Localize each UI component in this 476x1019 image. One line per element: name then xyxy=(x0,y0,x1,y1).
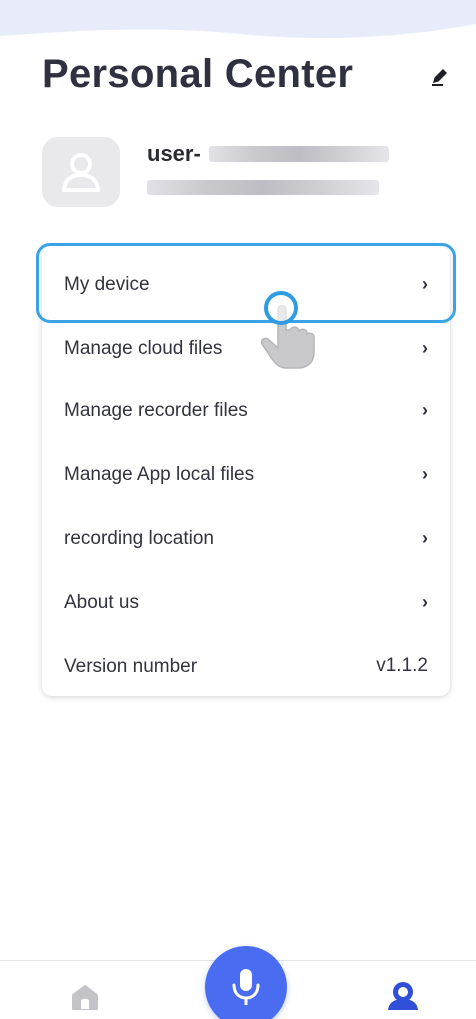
menu-item-manage-recorder-files[interactable]: Manage recorder files › xyxy=(42,380,450,440)
version-label: Version number xyxy=(64,655,198,677)
menu-item-label: Manage cloud files xyxy=(64,337,223,359)
username-redacted xyxy=(208,146,389,162)
menu-item-label: Manage recorder files xyxy=(64,399,248,421)
home-icon[interactable] xyxy=(70,982,100,1012)
username-prefix: user- xyxy=(147,141,201,166)
chevron-right-icon: › xyxy=(422,591,428,612)
chevron-right-icon: › xyxy=(422,527,428,548)
pencil-icon xyxy=(432,69,447,86)
chevron-right-icon: › xyxy=(422,337,428,358)
menu-item-label: recording location xyxy=(64,527,214,549)
menu-item-label: Manage App local files xyxy=(64,463,255,485)
default-avatar-icon xyxy=(62,153,100,192)
menu-item-recording-location[interactable]: recording location › xyxy=(42,508,450,568)
account-info-redacted xyxy=(147,180,379,195)
menu-item-manage-cloud-files[interactable]: Manage cloud files › xyxy=(42,318,450,378)
record-button[interactable] xyxy=(205,946,287,1019)
menu-item-label: About us xyxy=(64,591,139,613)
menu-item-about-us[interactable]: About us › xyxy=(42,572,450,632)
microphone-icon xyxy=(232,969,260,1005)
menu-item-version: Version number v1.1.2 xyxy=(42,636,450,696)
menu-item-manage-app-local-files[interactable]: Manage App local files › xyxy=(42,444,450,504)
person-icon[interactable] xyxy=(386,978,420,1012)
edit-profile-button[interactable] xyxy=(426,62,454,90)
chevron-right-icon: › xyxy=(422,399,428,420)
chevron-right-icon: › xyxy=(422,463,428,484)
avatar[interactable] xyxy=(42,137,120,207)
tap-highlight-outline xyxy=(36,243,456,323)
header-wave-decoration xyxy=(0,0,476,39)
page-title: Personal Center xyxy=(42,52,354,96)
tap-indicator-circle xyxy=(264,291,298,325)
version-value: v1.1.2 xyxy=(376,655,428,676)
username: user- xyxy=(147,141,389,167)
